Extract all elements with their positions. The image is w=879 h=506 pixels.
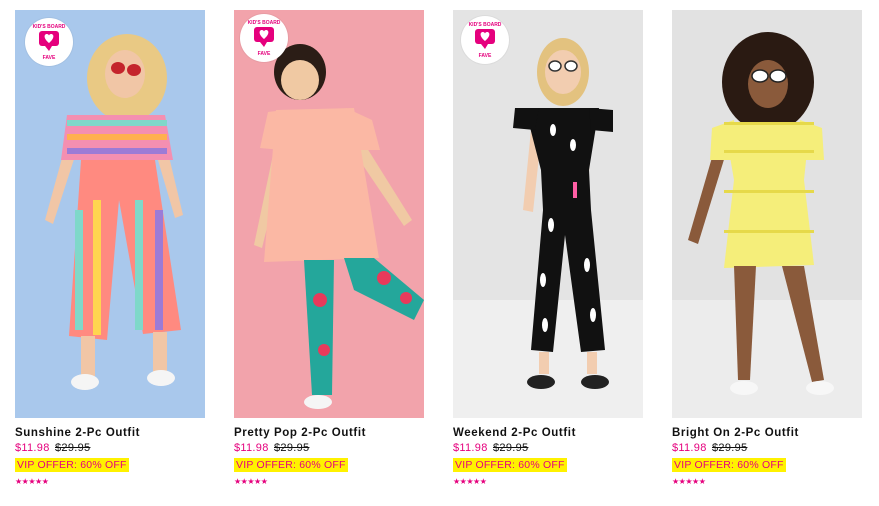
product-image[interactable]: KID'S BOARD FAVE xyxy=(234,10,424,418)
original-price: $29.95 xyxy=(493,442,529,454)
product-image[interactable] xyxy=(672,10,862,418)
kids-board-fave-badge: KID'S BOARD FAVE xyxy=(240,14,288,62)
product-card[interactable]: KID'S BOARD FAVE Weekend 2-Pc Outfit $11… xyxy=(453,10,643,487)
price-row: $11.98 $29.95 xyxy=(15,442,205,454)
price-row: $11.98 $29.95 xyxy=(234,442,424,454)
kids-board-fave-badge: KID'S BOARD FAVE xyxy=(25,18,73,66)
sale-price: $11.98 xyxy=(15,442,50,454)
product-name[interactable]: Weekend 2-Pc Outfit xyxy=(453,427,643,439)
rating-stars[interactable]: ★★★★★ xyxy=(453,477,487,487)
product-name[interactable]: Bright On 2-Pc Outfit xyxy=(672,427,862,439)
badge-bottom-text: FAVE xyxy=(258,51,271,57)
original-price: $29.95 xyxy=(55,442,91,454)
badge-top-text: KID'S BOARD xyxy=(248,20,281,26)
product-image[interactable]: KID'S BOARD FAVE xyxy=(453,10,643,418)
product-card[interactable]: Bright On 2-Pc Outfit $11.98 $29.95 VIP … xyxy=(672,10,862,487)
price-row: $11.98 $29.95 xyxy=(453,442,643,454)
product-image[interactable]: KID'S BOARD FAVE xyxy=(15,10,205,418)
original-price: $29.95 xyxy=(274,442,310,454)
rating-stars[interactable]: ★★★★★ xyxy=(15,477,49,487)
badge-bottom-text: FAVE xyxy=(479,53,492,59)
vip-offer-label: VIP OFFER: 60% OFF xyxy=(672,458,786,472)
price-row: $11.98 $29.95 xyxy=(672,442,862,454)
sale-price: $11.98 xyxy=(234,442,269,454)
badge-bottom-text: FAVE xyxy=(43,55,56,61)
vip-offer-label: VIP OFFER: 60% OFF xyxy=(453,458,567,472)
badge-top-text: KID'S BOARD xyxy=(33,24,66,30)
badge-top-text: KID'S BOARD xyxy=(469,22,502,28)
sale-price: $11.98 xyxy=(453,442,488,454)
product-card[interactable]: KID'S BOARD FAVE Pretty Pop 2-Pc Outfit … xyxy=(234,10,424,487)
vip-offer-label: VIP OFFER: 60% OFF xyxy=(15,458,129,472)
vip-offer-label: VIP OFFER: 60% OFF xyxy=(234,458,348,472)
rating-stars[interactable]: ★★★★★ xyxy=(234,477,268,487)
sale-price: $11.98 xyxy=(672,442,707,454)
product-name[interactable]: Sunshine 2-Pc Outfit xyxy=(15,427,205,439)
product-card[interactable]: KID'S BOARD FAVE Sunshine 2-Pc Outfit $1… xyxy=(15,10,205,487)
original-price: $29.95 xyxy=(712,442,748,454)
rating-stars[interactable]: ★★★★★ xyxy=(672,477,706,487)
kids-board-fave-badge: KID'S BOARD FAVE xyxy=(461,16,509,64)
product-grid: KID'S BOARD FAVE Sunshine 2-Pc Outfit $1… xyxy=(15,10,862,487)
product-name[interactable]: Pretty Pop 2-Pc Outfit xyxy=(234,427,424,439)
